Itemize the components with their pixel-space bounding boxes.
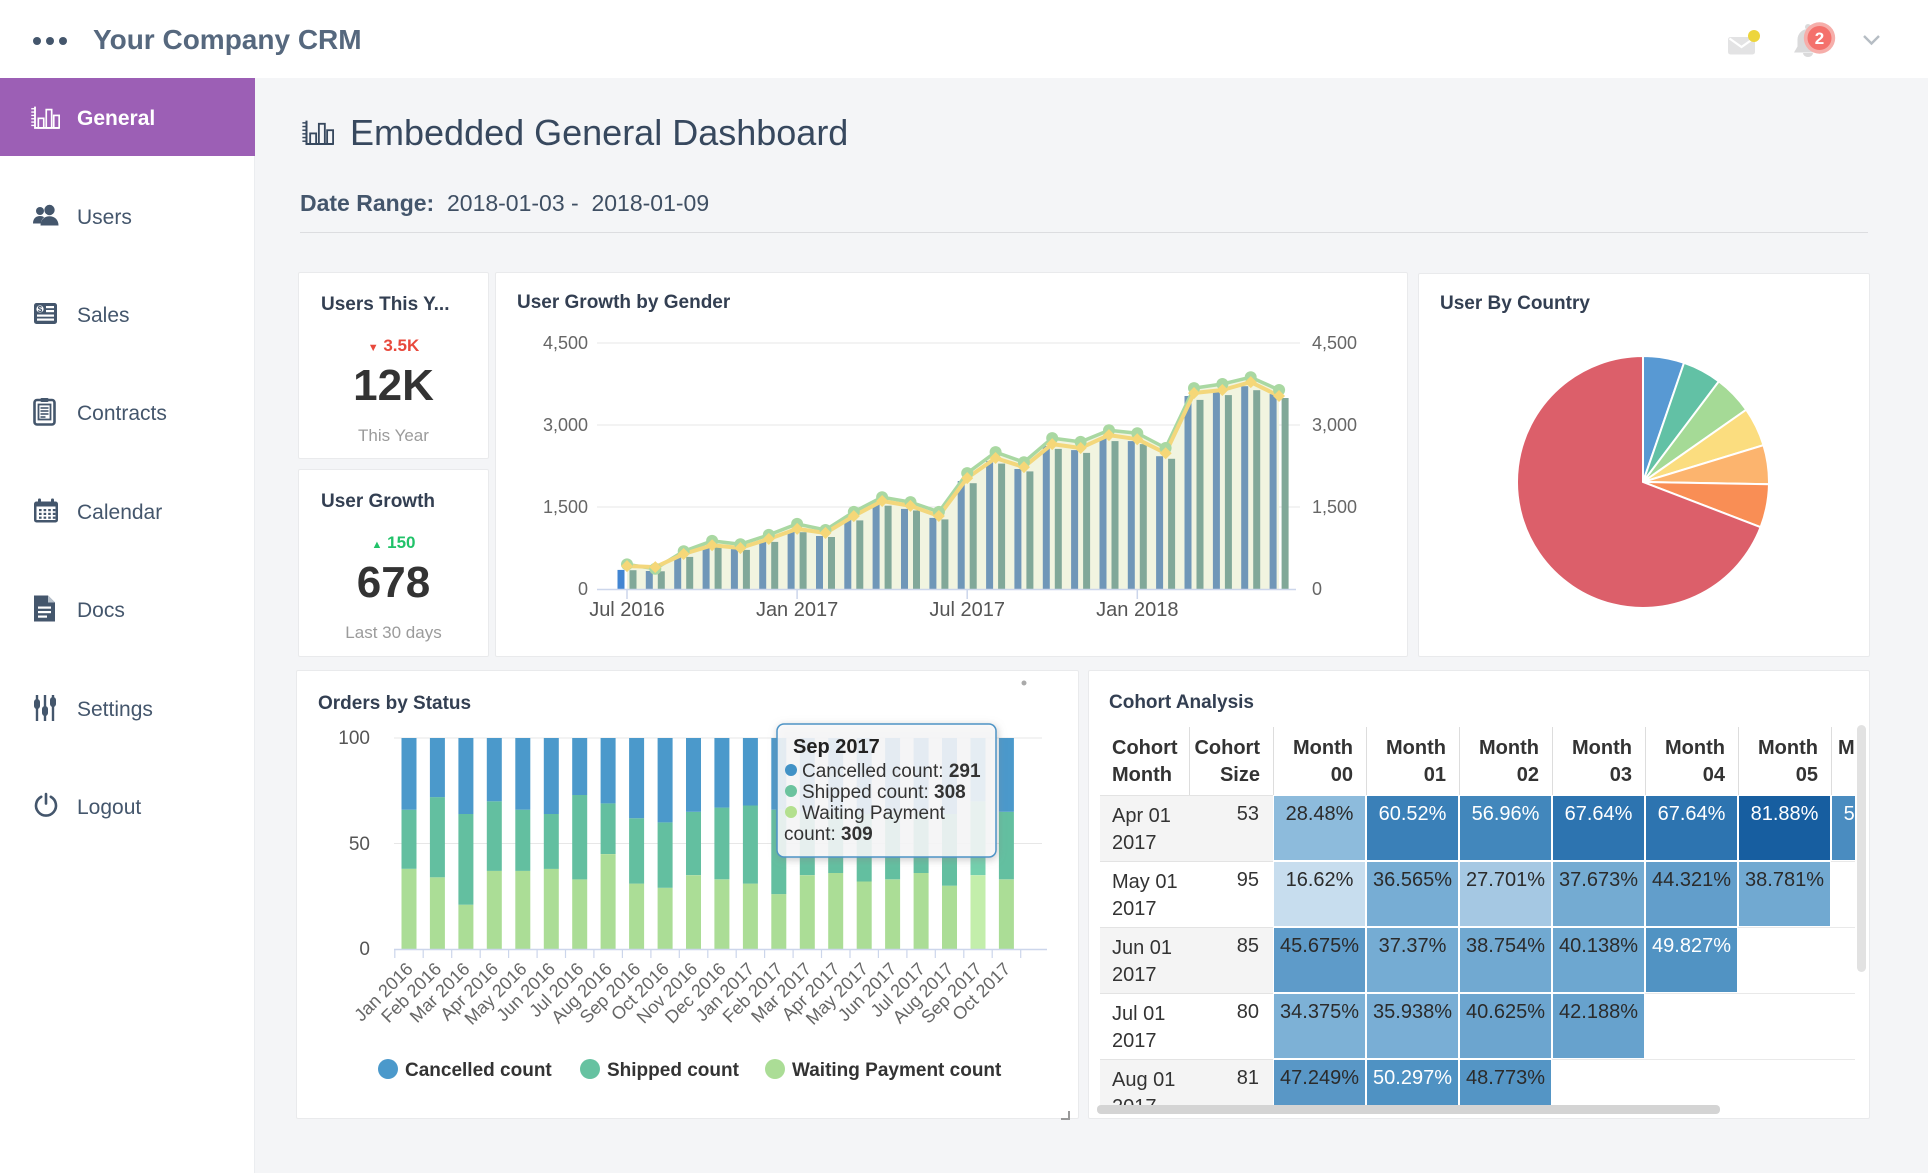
svg-text:0: 0 <box>578 579 588 599</box>
svg-text:100: 100 <box>338 728 370 749</box>
svg-text:0: 0 <box>1312 579 1322 599</box>
svg-text:4,500: 4,500 <box>543 333 588 353</box>
svg-text:$: $ <box>38 305 43 314</box>
svg-text:1,500: 1,500 <box>1312 497 1357 517</box>
svg-text:4,500: 4,500 <box>1312 333 1357 353</box>
svg-text:Cancelled count: 291: Cancelled count: 291 <box>802 761 981 782</box>
svg-text:Jul 2017: Jul 2017 <box>929 599 1005 621</box>
svg-text:3,000: 3,000 <box>1312 415 1357 435</box>
svg-text:Shipped count: Shipped count <box>607 1060 740 1081</box>
svg-text:Waiting Payment count: Waiting Payment count <box>792 1060 1002 1081</box>
svg-text:Waiting Payment: Waiting Payment <box>802 803 946 824</box>
svg-text:Jan 2017: Jan 2017 <box>756 599 838 621</box>
svg-text:Sep 2017: Sep 2017 <box>793 736 880 758</box>
svg-text:2: 2 <box>1815 29 1824 48</box>
svg-text:Jul 2016: Jul 2016 <box>589 599 665 621</box>
svg-text:50: 50 <box>349 834 370 855</box>
svg-text:Jan 2018: Jan 2018 <box>1096 599 1178 621</box>
svg-text:1,500: 1,500 <box>543 497 588 517</box>
svg-text:Shipped count: 308: Shipped count: 308 <box>802 782 966 803</box>
svg-text:Cancelled count: Cancelled count <box>405 1060 552 1081</box>
svg-text:0: 0 <box>359 939 370 960</box>
svg-text:count: 309: count: 309 <box>784 824 873 845</box>
svg-text:3,000: 3,000 <box>543 415 588 435</box>
